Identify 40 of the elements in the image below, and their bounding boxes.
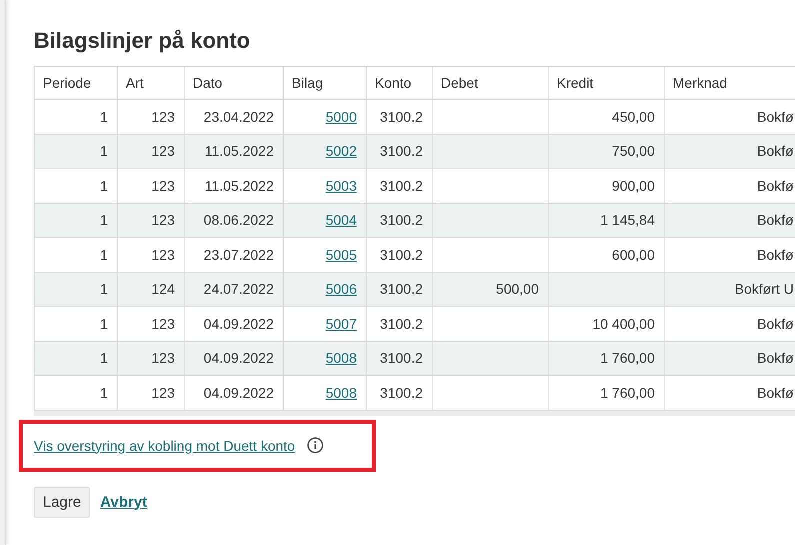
info-icon[interactable] xyxy=(307,437,324,454)
voucher-link[interactable]: 5004 xyxy=(326,212,357,228)
table-cell: 1 xyxy=(34,100,118,134)
table-cell: 123 xyxy=(118,238,184,272)
table-cell: 1 xyxy=(34,376,118,410)
table-cell: 3100.2 xyxy=(366,168,432,203)
override-link[interactable]: Vis overstyring av kobling mot Duett konto xyxy=(34,438,296,454)
voucher-link[interactable]: 5007 xyxy=(326,316,357,332)
table-cell: 1 xyxy=(34,168,118,203)
table-cell: 123 xyxy=(118,376,184,410)
table-cell: 1 760,00 xyxy=(548,376,664,410)
cancel-link[interactable]: Avbryt xyxy=(100,494,148,510)
voucher-link[interactable]: 5003 xyxy=(326,178,357,194)
voucher-link[interactable]: 5005 xyxy=(326,246,357,263)
table-cell: 04.09.2022 xyxy=(184,306,284,341)
table-cell: 23.04.2022 xyxy=(184,100,284,134)
voucher-link[interactable]: 5006 xyxy=(326,281,357,298)
table-cell: 3100.2 xyxy=(366,306,432,341)
table-cell: 123 xyxy=(118,100,184,134)
table-cell: 3100.2 xyxy=(366,238,432,272)
table-cell: 04.09.2022 xyxy=(184,376,284,410)
voucher-link[interactable]: 5008 xyxy=(326,350,357,366)
table-cell: 11.05.2022 xyxy=(184,168,284,203)
table-cell: 600,00 xyxy=(548,238,664,272)
table-cell: 1 xyxy=(34,238,118,272)
table-cell: 1 xyxy=(34,306,118,341)
table-cell: 3100.2 xyxy=(366,100,432,134)
table-cell: 23.07.2022 xyxy=(184,238,284,272)
voucher-link[interactable]: 5002 xyxy=(326,143,357,160)
table-cell: 450,00 xyxy=(548,100,664,134)
save-button[interactable]: Lagre xyxy=(34,486,90,518)
voucher-link[interactable]: 5000 xyxy=(326,108,357,125)
table-cell: 123 xyxy=(118,168,184,203)
dialog-title: Bilagslinjer på konto xyxy=(34,28,252,54)
table-cell: 10 400,00 xyxy=(548,306,664,341)
column-header: Periode xyxy=(34,66,118,100)
voucher-link[interactable]: 5008 xyxy=(326,384,357,401)
table-cell: 3100.2 xyxy=(366,376,432,410)
table-cell: 900,00 xyxy=(548,168,664,203)
table-cell: 123 xyxy=(118,306,184,341)
